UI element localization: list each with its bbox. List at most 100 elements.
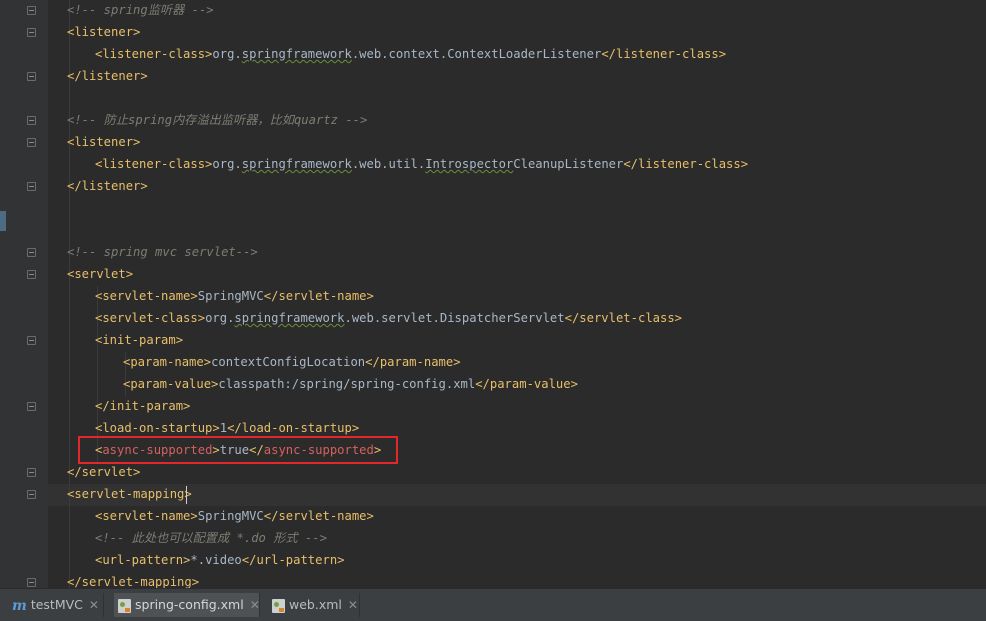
close-icon[interactable]: ✕ [89,593,99,617]
xml-file-icon [272,598,285,613]
code-token: <url-pattern> [95,553,191,567]
code-line[interactable]: <listener-class>org.springframework.web.… [95,43,726,65]
code-line[interactable]: </listener> [67,175,148,197]
code-line[interactable]: <listener> [67,131,140,153]
fold-marker-icon[interactable] [27,270,36,279]
code-token: Introspector [425,157,514,171]
code-token: <!-- 防止spring内存溢出监听器，比如quartz --> [67,113,368,127]
fold-marker-icon[interactable] [27,72,36,81]
fold-marker-icon[interactable] [27,490,36,499]
code-token: <servlet-class> [95,311,206,325]
code-editor[interactable]: <!-- spring监听器 --> <listener> <listener-cl… [0,0,986,588]
fold-marker-icon[interactable] [27,182,36,191]
editor-tab-bar: m testMVC ✕ spring-config.xml ✕ web.xml ✕ [0,588,986,621]
tab-testmvc[interactable]: m testMVC ✕ [8,593,104,617]
code-token: <param-value> [123,377,219,391]
code-line[interactable]: <init-param> [95,329,183,351]
code-line[interactable]: <servlet-name>SpringMVC</servlet-name> [95,505,374,527]
code-token: SpringMVC [197,289,264,303]
fold-marker-icon[interactable] [27,28,36,37]
code-line[interactable]: <param-name>contextConfigLocation</param… [123,351,461,373]
tab-web-xml[interactable]: web.xml ✕ [268,593,360,617]
code-token: </listener> [67,179,148,193]
fold-marker-icon[interactable] [27,6,36,15]
text-caret [186,486,187,504]
code-token: <!-- 此处也可以配置成 *.do 形式 --> [95,531,327,545]
fold-marker-icon[interactable] [27,402,36,411]
code-token: org. [205,311,235,325]
code-token: <servlet-mapping> [67,487,192,501]
code-token: .web.servlet.DispatcherServlet [344,311,565,325]
tab-label: testMVC [30,597,83,612]
code-line[interactable]: <param-value>classpath:/spring/spring-co… [123,373,578,395]
code-token: *.video [190,553,242,567]
red-highlight-box [78,436,398,464]
spring-xml-icon [118,598,131,613]
code-token: <listener-class> [95,47,213,61]
code-token: <param-name> [123,355,212,369]
code-token: </url-pattern> [241,553,345,567]
code-token: CleanupListener [513,157,624,171]
code-token: </param-value> [475,377,578,391]
close-icon[interactable]: ✕ [348,593,358,617]
code-token: <load-on-startup> [95,421,220,435]
code-line[interactable]: <!-- 此处也可以配置成 *.do 形式 --> [95,527,327,549]
code-token: </servlet-name> [263,509,374,523]
code-token: <servlet-name> [95,289,198,303]
code-line[interactable]: <!-- 防止spring内存溢出监听器，比如quartz --> [67,109,367,131]
code-token: org. [212,47,242,61]
code-token: springframework [234,311,345,325]
code-token: SpringMVC [197,509,264,523]
close-icon[interactable]: ✕ [250,593,260,617]
code-token: <listener-class> [95,157,213,171]
code-line[interactable]: <servlet> [67,263,133,285]
tab-label: web.xml [289,597,342,612]
code-token: <!-- spring监听器 --> [67,3,214,17]
code-token: springframework [241,157,352,171]
code-token: .web.context.ContextLoaderListener [351,47,602,61]
code-line[interactable]: </init-param> [95,395,190,417]
code-token: </servlet> [67,465,141,479]
code-token: <servlet> [67,267,134,281]
code-token: classpath:/spring/spring-config.xml [218,377,476,391]
code-line[interactable]: <servlet-name>SpringMVC</servlet-name> [95,285,374,307]
code-token: <servlet-name> [95,509,198,523]
code-token: </init-param> [95,399,191,413]
code-token: <init-param> [95,333,184,347]
fold-marker-icon[interactable] [27,578,36,587]
code-line[interactable]: <listener> [67,21,140,43]
code-token: </servlet-name> [263,289,374,303]
tool-window-strip [0,0,8,588]
fold-marker-icon[interactable] [27,116,36,125]
fold-marker-icon[interactable] [27,138,36,147]
code-token: 1 [219,421,228,435]
fold-marker-icon[interactable] [27,248,36,257]
code-line[interactable]: <listener-class>org.springframework.web.… [95,153,748,175]
code-token: <listener> [67,135,141,149]
code-line[interactable]: <!-- spring监听器 --> [67,0,214,21]
code-line[interactable]: </servlet-mapping> [67,571,199,588]
editor-gutter[interactable] [8,0,48,588]
code-token: <listener> [67,25,141,39]
code-line[interactable]: </servlet> [67,461,140,483]
code-token: </servlet-class> [564,311,683,325]
tab-spring-config-xml[interactable]: spring-config.xml ✕ [114,593,260,617]
fold-marker-icon[interactable] [27,336,36,345]
code-line[interactable]: <url-pattern>*.video</url-pattern> [95,549,345,571]
code-token: contextConfigLocation [211,355,366,369]
code-line[interactable]: <servlet-class>org.springframework.web.s… [95,307,682,329]
code-line[interactable]: <!-- spring mvc servlet--> [67,241,258,263]
tool-window-marker[interactable] [0,211,6,231]
code-token: </load-on-startup> [227,421,360,435]
code-token: </servlet-mapping> [67,575,200,588]
code-line[interactable]: <servlet-mapping> [67,483,192,505]
code-line[interactable]: </listener> [67,65,148,87]
code-token: </listener> [67,69,148,83]
code-token: <!-- spring mvc servlet--> [67,245,258,259]
fold-marker-icon[interactable] [27,468,36,477]
code-token: org. [212,157,242,171]
code-token: </param-name> [365,355,461,369]
tab-label: spring-config.xml [135,597,244,612]
code-token: </listener-class> [601,47,727,61]
module-icon: m [12,597,27,614]
